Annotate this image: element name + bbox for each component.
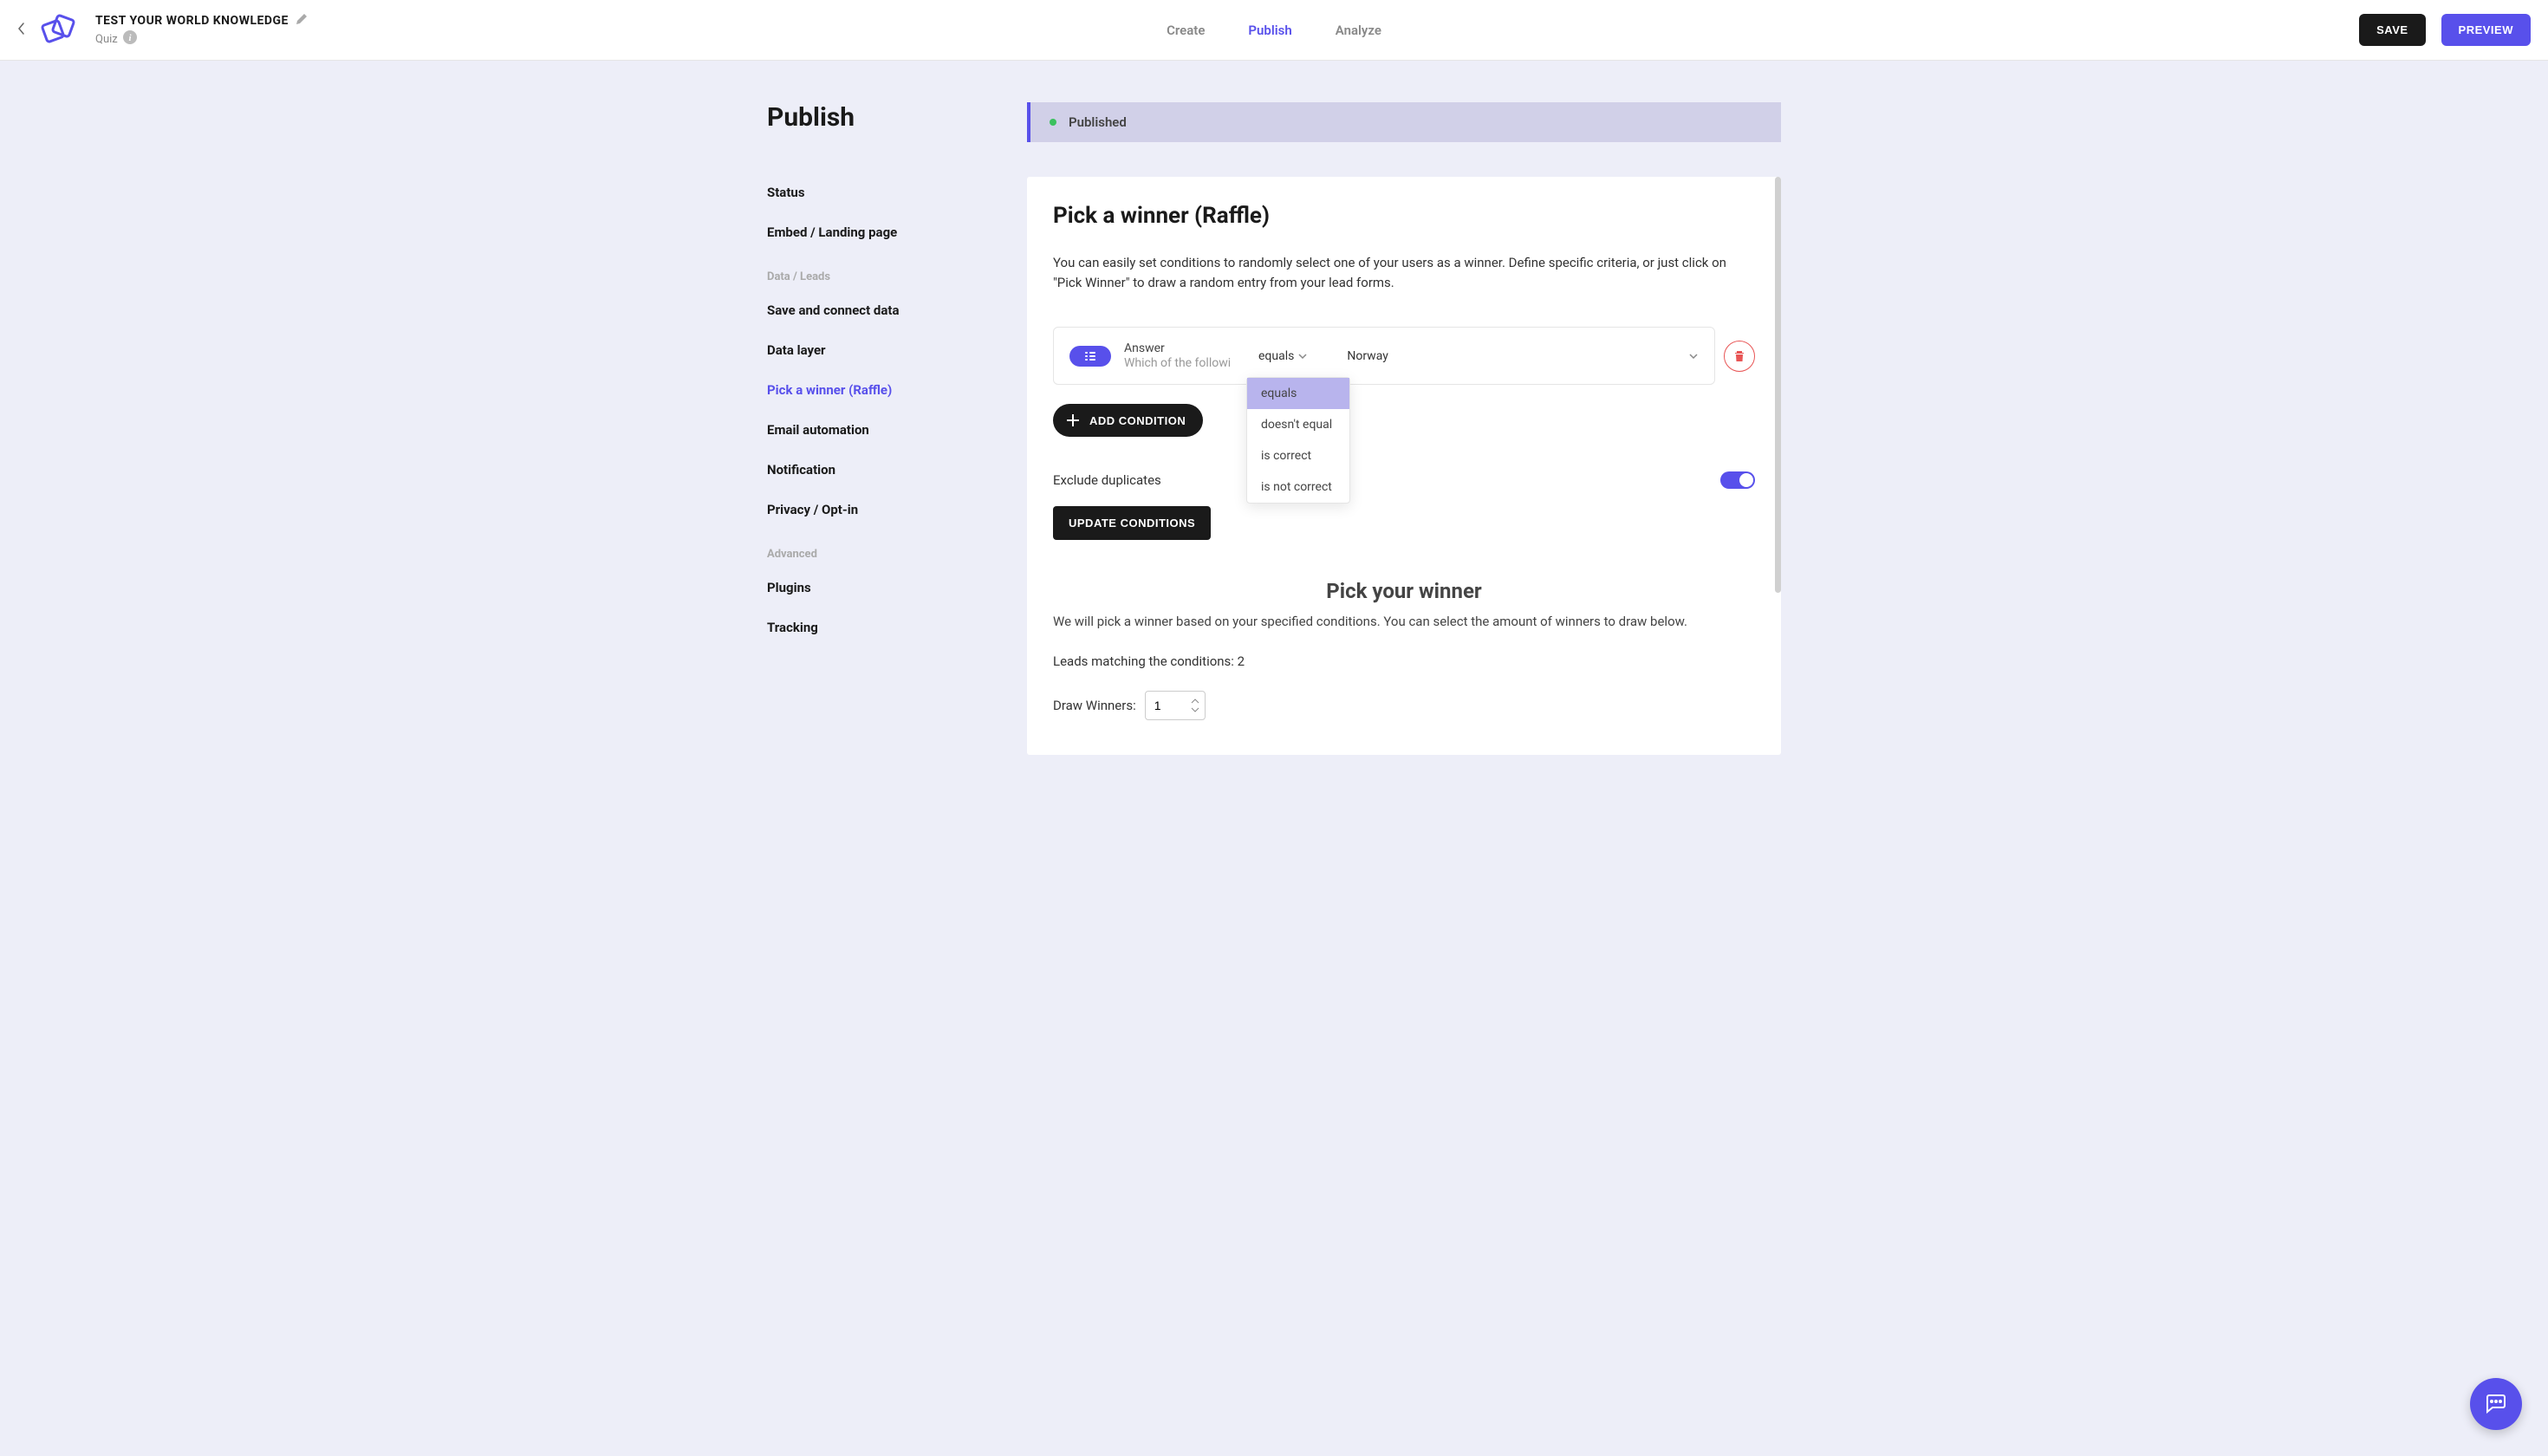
- operator-select[interactable]: equals equals doesn't equal is correct i…: [1258, 349, 1308, 363]
- info-icon[interactable]: i: [123, 30, 137, 48]
- draw-winners-input[interactable]: [1145, 691, 1206, 720]
- card-title: Pick a winner (Raffle): [1053, 203, 1755, 229]
- value-select[interactable]: Norway: [1347, 349, 1699, 363]
- scrollbar[interactable]: [1775, 177, 1781, 593]
- answer-label: Answer: [1124, 341, 1245, 355]
- status-bar: Published: [1027, 102, 1781, 142]
- operator-value: equals: [1258, 349, 1294, 363]
- chevron-down-icon: [1688, 349, 1699, 363]
- sidebar-item-plugins[interactable]: Plugins: [767, 580, 1010, 595]
- switch-knob: [1739, 473, 1753, 487]
- edit-icon[interactable]: [296, 12, 308, 29]
- sidebar-item-pick-winner[interactable]: Pick a winner (Raffle): [767, 382, 1010, 398]
- exclude-duplicates-label: Exclude duplicates: [1053, 472, 1161, 488]
- sidebar-heading-data: Data / Leads: [767, 270, 1010, 283]
- delete-condition-button[interactable]: [1724, 341, 1755, 372]
- draw-winners-label: Draw Winners:: [1053, 698, 1136, 713]
- pick-winner-title: Pick your winner: [1053, 579, 1755, 603]
- plus-icon: [1065, 413, 1081, 428]
- page-title: Publish: [767, 102, 1010, 133]
- status-text: Published: [1069, 114, 1127, 130]
- condition-box: Answer Which of the followi equals equal…: [1053, 327, 1715, 385]
- pick-winner-description: We will pick a winner based on your spec…: [1053, 612, 1755, 632]
- leads-matching-text: Leads matching the conditions: 2: [1053, 653, 1755, 669]
- tab-analyze[interactable]: Analyze: [1336, 1, 1381, 60]
- dropdown-item-equals[interactable]: equals: [1247, 378, 1349, 409]
- project-subtitle: Quiz: [95, 33, 118, 46]
- tab-create[interactable]: Create: [1167, 1, 1205, 60]
- dropdown-item-is-correct[interactable]: is correct: [1247, 440, 1349, 471]
- raffle-card: Pick a winner (Raffle) You can easily se…: [1027, 177, 1781, 755]
- stepper-up-button[interactable]: [1189, 697, 1201, 705]
- back-button[interactable]: [17, 22, 26, 39]
- sidebar-item-save-connect[interactable]: Save and connect data: [767, 302, 1010, 318]
- answer-question: Which of the followi: [1124, 356, 1245, 370]
- condition-type-icon[interactable]: [1069, 346, 1111, 367]
- operator-dropdown: equals doesn't equal is correct is not c…: [1246, 377, 1350, 504]
- sidebar-item-email-automation[interactable]: Email automation: [767, 422, 1010, 438]
- exclude-duplicates-toggle[interactable]: [1720, 471, 1755, 489]
- dropdown-item-is-not-correct[interactable]: is not correct: [1247, 471, 1349, 503]
- save-button[interactable]: SAVE: [2359, 14, 2425, 46]
- logo[interactable]: [39, 14, 82, 47]
- sidebar-heading-advanced: Advanced: [767, 548, 1010, 561]
- sidebar-item-tracking[interactable]: Tracking: [767, 620, 1010, 635]
- sidebar-item-privacy[interactable]: Privacy / Opt-in: [767, 502, 1010, 517]
- add-condition-label: ADD CONDITION: [1089, 414, 1186, 427]
- sidebar-item-embed[interactable]: Embed / Landing page: [767, 224, 1010, 240]
- card-description: You can easily set conditions to randoml…: [1053, 253, 1755, 292]
- status-dot-icon: [1050, 119, 1056, 126]
- sidebar-item-data-layer[interactable]: Data layer: [767, 342, 1010, 358]
- tab-publish[interactable]: Publish: [1248, 1, 1291, 60]
- update-conditions-button[interactable]: UPDATE CONDITIONS: [1053, 506, 1211, 540]
- add-condition-button[interactable]: ADD CONDITION: [1053, 404, 1203, 437]
- sidebar-item-notification[interactable]: Notification: [767, 462, 1010, 478]
- value-text: Norway: [1347, 349, 1388, 363]
- preview-button[interactable]: PREVIEW: [2441, 14, 2531, 46]
- chevron-down-icon: [1297, 349, 1308, 363]
- draw-count-field[interactable]: [1154, 699, 1180, 712]
- dropdown-item-doesnt-equal[interactable]: doesn't equal: [1247, 409, 1349, 440]
- chat-fab-button[interactable]: [2470, 1378, 2522, 1430]
- stepper-down-button[interactable]: [1189, 705, 1201, 714]
- sidebar-item-status[interactable]: Status: [767, 185, 1010, 200]
- project-title: TEST YOUR WORLD KNOWLEDGE: [95, 14, 289, 28]
